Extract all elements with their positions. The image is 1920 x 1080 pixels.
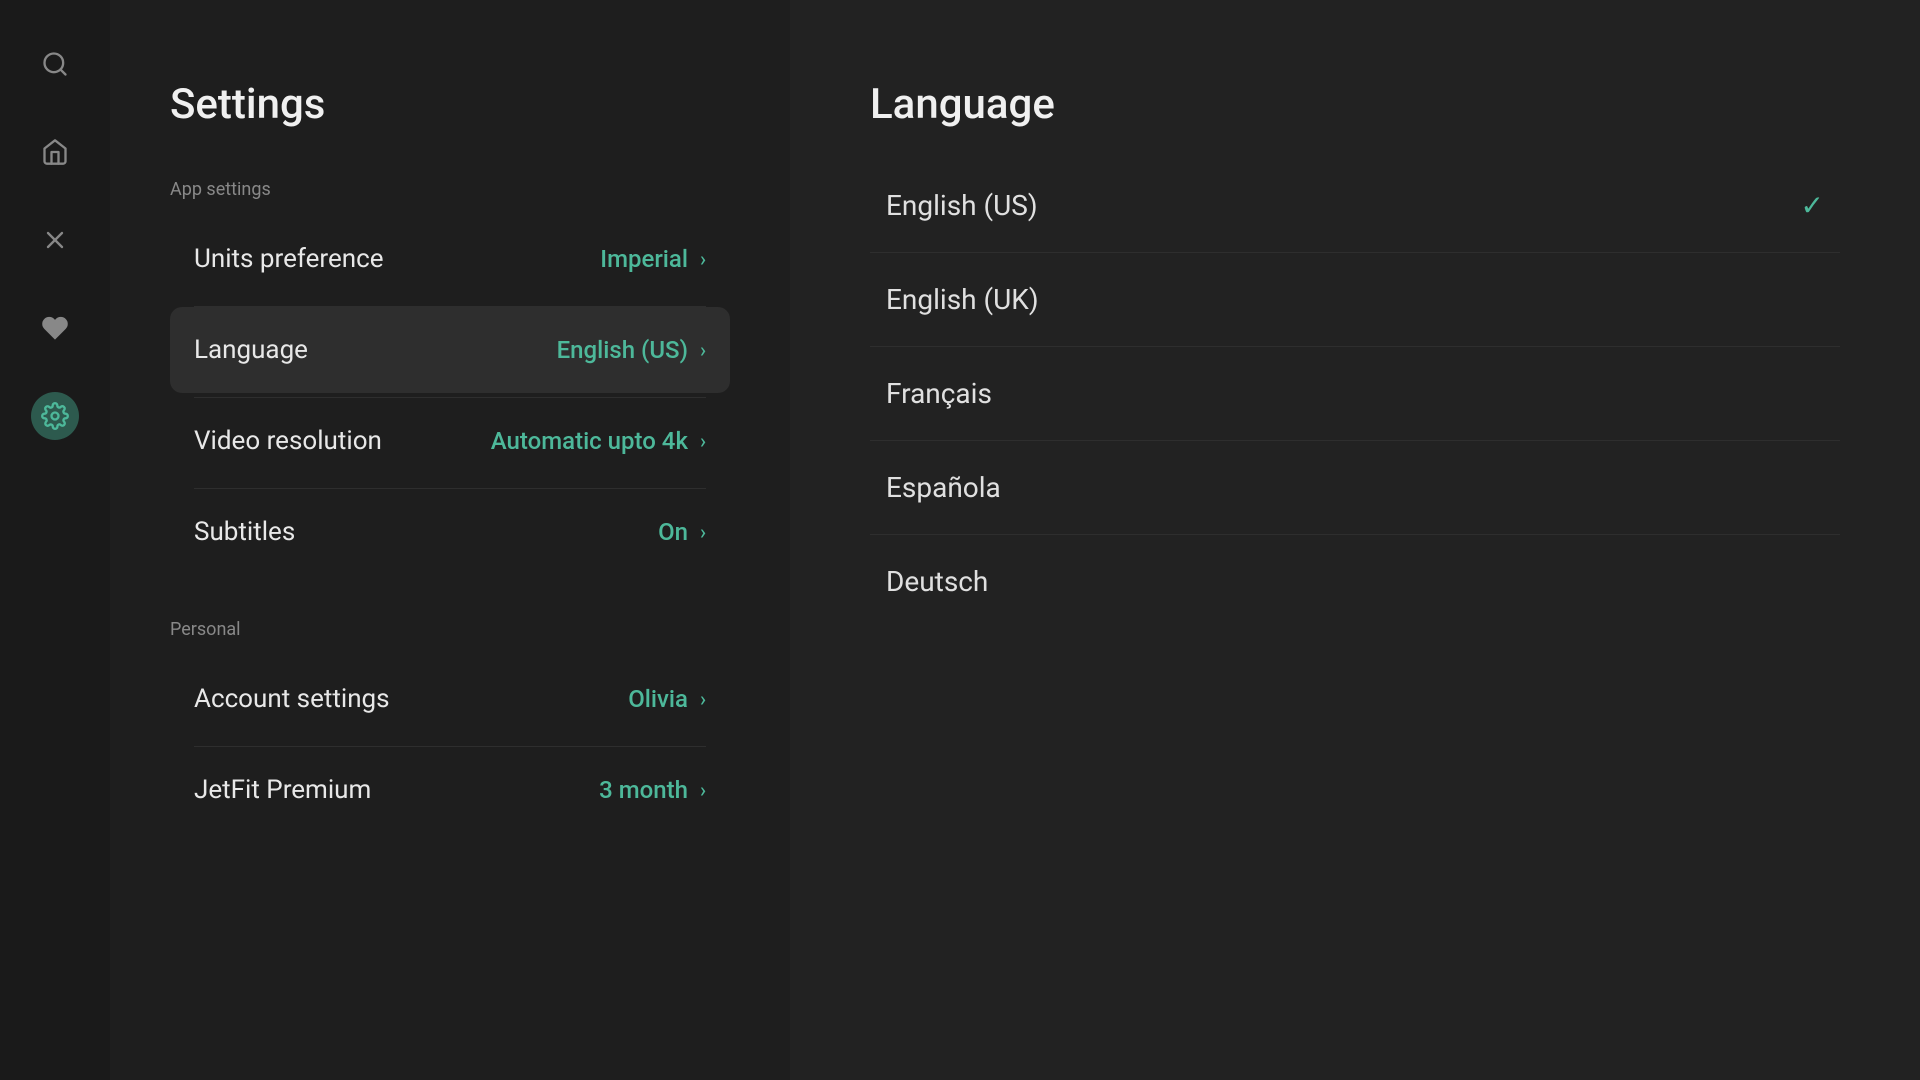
- app-settings-list: Units preference Imperial › Language Eng…: [170, 216, 730, 579]
- language-option-english-us-label: English (US): [886, 189, 1038, 222]
- language-value: English (US): [557, 336, 688, 364]
- language-value-group: English (US) ›: [557, 336, 706, 364]
- language-chevron: ›: [700, 338, 706, 362]
- units-preference-chevron: ›: [700, 247, 706, 271]
- jetfit-premium-value: 3 month: [599, 776, 688, 804]
- account-settings-chevron: ›: [700, 687, 706, 711]
- subtitles-value: On: [658, 518, 688, 546]
- home-icon[interactable]: [31, 128, 79, 176]
- page-title: Settings: [170, 80, 730, 129]
- language-option-deutsch[interactable]: Deutsch: [870, 535, 1840, 628]
- video-resolution-item[interactable]: Video resolution Automatic upto 4k ›: [170, 398, 730, 484]
- jetfit-premium-label: JetFit Premium: [194, 775, 371, 805]
- video-resolution-label: Video resolution: [194, 426, 382, 456]
- account-settings-item[interactable]: Account settings Olivia ›: [170, 656, 730, 742]
- sidebar: [0, 0, 110, 1080]
- language-label: Language: [194, 335, 308, 365]
- language-option-francais[interactable]: Français: [870, 347, 1840, 441]
- jetfit-premium-value-group: 3 month ›: [599, 776, 706, 804]
- language-selected-checkmark: ✓: [1801, 189, 1824, 222]
- settings-panel: Settings App settings Units preference I…: [110, 0, 790, 1080]
- language-panel-title: Language: [870, 80, 1840, 129]
- language-option-francais-label: Français: [886, 377, 992, 410]
- language-option-espanola[interactable]: Española: [870, 441, 1840, 535]
- subtitles-value-group: On ›: [658, 518, 706, 546]
- units-preference-item[interactable]: Units preference Imperial ›: [170, 216, 730, 302]
- language-option-english-uk-label: English (UK): [886, 283, 1039, 316]
- subtitles-label: Subtitles: [194, 517, 295, 547]
- language-option-espanola-label: Española: [886, 471, 1001, 504]
- subtitles-chevron: ›: [700, 520, 706, 544]
- personal-label: Personal: [170, 619, 730, 640]
- video-resolution-value: Automatic upto 4k: [491, 427, 688, 455]
- video-resolution-value-group: Automatic upto 4k ›: [491, 427, 706, 455]
- favorites-icon[interactable]: [31, 304, 79, 352]
- account-settings-value-group: Olivia ›: [628, 685, 706, 713]
- jetfit-premium-item[interactable]: JetFit Premium 3 month ›: [170, 747, 730, 833]
- language-panel: Language English (US) ✓ English (UK) Fra…: [790, 0, 1920, 1080]
- jetfit-premium-chevron: ›: [700, 778, 706, 802]
- settings-icon[interactable]: [31, 392, 79, 440]
- app-settings-label: App settings: [170, 179, 730, 200]
- language-option-english-uk[interactable]: English (UK): [870, 253, 1840, 347]
- personal-settings-list: Account settings Olivia › JetFit Premium…: [170, 656, 730, 837]
- language-item[interactable]: Language English (US) ›: [170, 307, 730, 393]
- language-list: English (US) ✓ English (UK) Français Esp…: [870, 159, 1840, 628]
- account-settings-label: Account settings: [194, 684, 390, 714]
- search-icon[interactable]: [31, 40, 79, 88]
- workout-icon[interactable]: [31, 216, 79, 264]
- language-option-deutsch-label: Deutsch: [886, 565, 988, 598]
- video-resolution-chevron: ›: [700, 429, 706, 453]
- units-preference-label: Units preference: [194, 244, 384, 274]
- units-preference-value-group: Imperial ›: [600, 245, 706, 273]
- units-preference-value: Imperial: [600, 245, 688, 273]
- language-option-english-us[interactable]: English (US) ✓: [870, 159, 1840, 253]
- subtitles-item[interactable]: Subtitles On ›: [170, 489, 730, 575]
- account-settings-value: Olivia: [628, 685, 688, 713]
